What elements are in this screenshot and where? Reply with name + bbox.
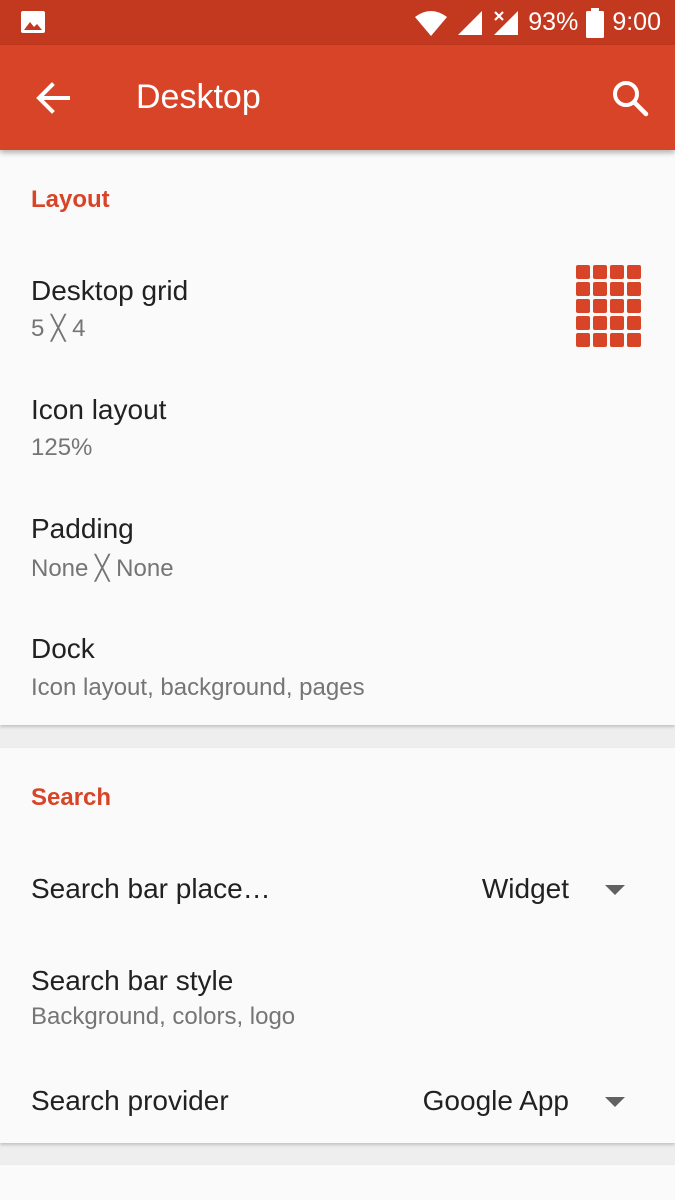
grid-cell [593, 333, 607, 347]
grid-cell [610, 333, 624, 347]
grid-cell [627, 282, 641, 296]
signal-icon [458, 10, 483, 35]
search-card: Search Search bar place… Widget Search b… [0, 748, 675, 1143]
pref-summary: 125% [31, 434, 93, 461]
dropdown-value[interactable]: Widget [482, 873, 569, 905]
battery-percent: 93% [528, 8, 579, 36]
pref-dock[interactable]: Dock Icon layout, background, pages [0, 603, 675, 723]
pref-summary: 5 ╳ 4 [31, 315, 86, 342]
dropdown-arrow-icon[interactable] [605, 1097, 625, 1107]
pref-title: Search provider [31, 1085, 229, 1116]
grid-cell [627, 333, 641, 347]
pref-search-bar-placement[interactable]: Search bar place… Widget [0, 843, 675, 938]
grid-cell [610, 265, 624, 279]
grid-cell [593, 282, 607, 296]
pref-summary: None ╳ None [31, 555, 174, 582]
page-title: Desktop [136, 78, 261, 116]
pref-search-provider[interactable]: Search provider Google App [0, 1063, 675, 1143]
pref-desktop-grid[interactable]: Desktop grid 5 ╳ 4 [0, 245, 675, 363]
grid-cell [627, 299, 641, 313]
grid-cell [593, 265, 607, 279]
grid-cell [610, 299, 624, 313]
grid-icon [576, 265, 642, 347]
status-bar: 93% 9:00 [0, 0, 675, 45]
pref-icon-layout[interactable]: Icon layout 125% [0, 363, 675, 483]
grid-cell [576, 299, 590, 313]
wifi-icon [415, 10, 448, 36]
grid-cell [610, 316, 624, 330]
grid-cell [576, 316, 590, 330]
pref-title: Desktop grid [31, 275, 189, 306]
grid-cell [576, 282, 590, 296]
grid-cell [610, 282, 624, 296]
gallery-icon [21, 11, 45, 33]
pref-search-bar-style[interactable]: Search bar style Background, colors, log… [0, 938, 675, 1058]
signal-off-icon [494, 10, 519, 35]
search-icon[interactable] [610, 78, 650, 118]
grid-cell [627, 316, 641, 330]
layout-card: Layout Desktop grid 5 ╳ 4 Icon layout 12… [0, 150, 675, 725]
pref-title: Padding [31, 513, 134, 544]
app-bar: Desktop [0, 45, 675, 150]
pref-padding[interactable]: Padding None ╳ None [0, 483, 675, 603]
dropdown-arrow-icon[interactable] [605, 885, 625, 895]
grid-cell [576, 333, 590, 347]
next-card [0, 1165, 675, 1200]
battery-icon [586, 7, 605, 38]
pref-title: Search bar place… [31, 873, 271, 904]
grid-cell [593, 316, 607, 330]
section-header-search: Search [31, 784, 112, 811]
pref-title: Search bar style [31, 965, 234, 996]
pref-title: Dock [31, 633, 95, 664]
dropdown-value[interactable]: Google App [423, 1085, 569, 1117]
grid-cell [576, 265, 590, 279]
grid-cell [593, 299, 607, 313]
grid-cell [627, 265, 641, 279]
pref-title: Icon layout [31, 394, 167, 425]
section-header-layout: Layout [31, 186, 110, 213]
pref-summary: Background, colors, logo [31, 1003, 296, 1030]
pref-summary: Icon layout, background, pages [31, 674, 365, 701]
arrow-back-icon[interactable] [34, 79, 72, 117]
clock: 9:00 [612, 8, 661, 36]
